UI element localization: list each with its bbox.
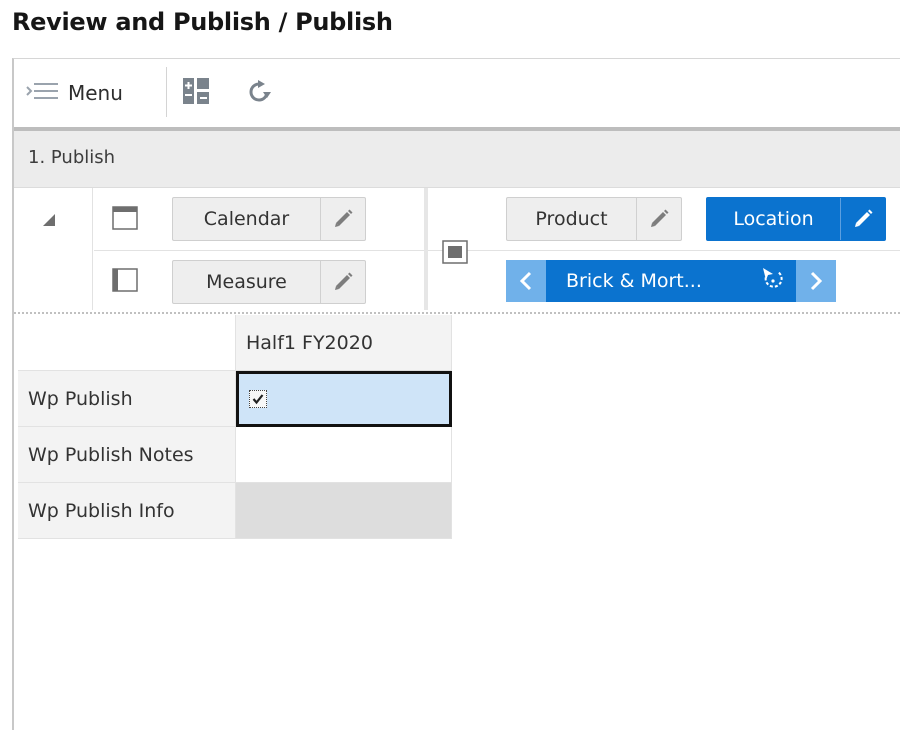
- wp-publish-cell[interactable]: [236, 371, 452, 427]
- reset-pointer-icon[interactable]: [760, 267, 786, 296]
- edit-pencil-icon[interactable]: [840, 198, 885, 240]
- row-header[interactable]: Wp Publish: [18, 371, 236, 427]
- pivot-layout-area: Calendar Measure Product Location Brick …: [14, 188, 900, 314]
- row-axis-icon: [112, 206, 138, 234]
- row-header[interactable]: Wp Publish Notes: [18, 427, 236, 483]
- pivot-layout-icon[interactable]: [182, 77, 210, 109]
- wp-publish-notes-cell[interactable]: [236, 427, 452, 483]
- page-member-selector[interactable]: Brick & Mort...: [546, 260, 796, 302]
- grid-corner: [18, 315, 236, 371]
- next-member-button[interactable]: [796, 260, 836, 302]
- refresh-icon[interactable]: [246, 79, 272, 109]
- product-dimension-tile[interactable]: Product: [506, 197, 682, 241]
- edit-pencil-icon[interactable]: [320, 261, 365, 303]
- planning-workbook-frame: Menu 1. Publish Calendar Measure Product…: [12, 58, 900, 730]
- page-title: Review and Publish / Publish: [12, 8, 393, 36]
- row-header[interactable]: Wp Publish Info: [18, 483, 236, 539]
- pivot-divider: [428, 250, 900, 251]
- page-axis-icon: [442, 240, 468, 268]
- wp-publish-info-cell: [236, 483, 452, 539]
- pivot-divider: [424, 188, 428, 310]
- edit-pencil-icon[interactable]: [636, 198, 681, 240]
- toolbar: Menu: [14, 59, 900, 131]
- pivot-divider: [92, 188, 93, 310]
- step-header[interactable]: 1. Publish: [14, 131, 900, 188]
- previous-member-button[interactable]: [506, 260, 546, 302]
- wp-publish-checkbox[interactable]: [249, 390, 267, 408]
- pivot-divider: [94, 250, 424, 251]
- menu-label: Menu: [68, 81, 123, 105]
- measure-dimension-tile[interactable]: Measure: [172, 260, 366, 304]
- checkmark-icon: [252, 394, 264, 405]
- step-label: 1. Publish: [28, 147, 116, 168]
- dimension-label: Calendar: [203, 208, 290, 230]
- dimension-label: Product: [535, 208, 608, 230]
- dimension-label: Location: [733, 208, 814, 230]
- column-header[interactable]: Half1 FY2020: [236, 315, 452, 371]
- location-dimension-tile[interactable]: Location: [706, 197, 886, 241]
- dimension-label: Measure: [206, 271, 287, 293]
- page-dimension-navigator: Brick & Mort...: [506, 260, 836, 302]
- collapse-triangle-icon[interactable]: [42, 212, 56, 231]
- edit-pencil-icon[interactable]: [320, 198, 365, 240]
- toolbar-divider: [166, 67, 167, 117]
- column-axis-icon: [112, 268, 138, 296]
- menu-lines-icon: [26, 79, 60, 107]
- page-member-label: Brick & Mort...: [566, 270, 702, 292]
- menu-button[interactable]: Menu: [26, 77, 123, 109]
- calendar-dimension-tile[interactable]: Calendar: [172, 197, 366, 241]
